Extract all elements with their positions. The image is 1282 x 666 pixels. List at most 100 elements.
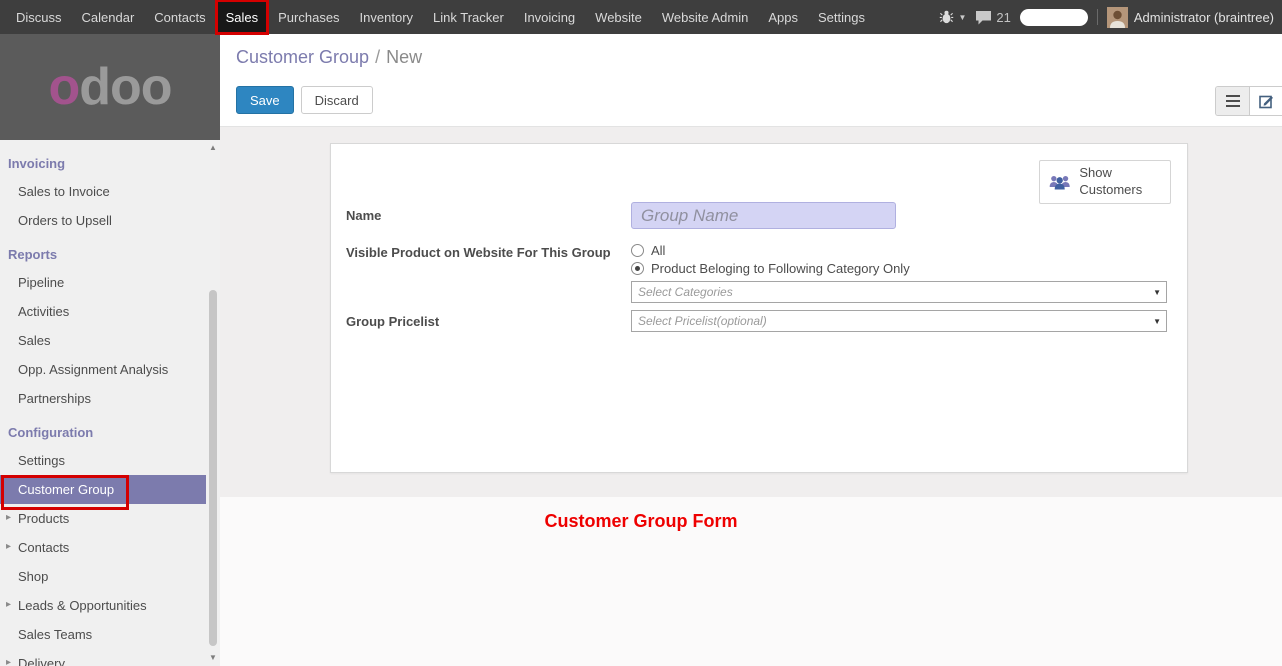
sidebar-item-label: Leads & Opportunities (18, 598, 147, 613)
sidebar-item-label: Contacts (18, 540, 69, 555)
scroll-up-icon[interactable]: ▲ (206, 142, 220, 154)
topbar-menu-invoicing[interactable]: Invoicing (514, 0, 585, 34)
expand-arrow-icon: ▸ (6, 657, 11, 666)
pricelist-select[interactable]: Select Pricelist(optional) ▼ (631, 310, 1167, 332)
discard-button[interactable]: Discard (301, 86, 373, 114)
sidebar-item-opp-assignment-analysis[interactable]: Opp. Assignment Analysis (0, 355, 206, 384)
sidebar-menu: Invoicing Sales to Invoice Orders to Ups… (0, 140, 206, 666)
sidebar-item-sales-teams[interactable]: Sales Teams (0, 620, 206, 649)
name-field-row: Name (346, 202, 1167, 229)
group-name-input[interactable] (631, 202, 896, 229)
show-customers-label: Show Customers (1079, 165, 1162, 199)
radio-option-category[interactable]: Product Beloging to Following Category O… (631, 261, 1167, 276)
expand-arrow-icon: ▸ (6, 541, 11, 552)
form-view: Show Customers Name Visible Product on W… (220, 127, 1282, 666)
sidebar-heading-reports[interactable]: Reports (0, 241, 206, 268)
select-arrow-icon: ▼ (1153, 288, 1161, 297)
list-view-button[interactable] (1216, 87, 1249, 115)
topbar-divider (1097, 9, 1098, 25)
sidebar-item-leads-opportunities[interactable]: ▸ Leads & Opportunities (0, 591, 206, 620)
sidebar-item-sales[interactable]: Sales (0, 326, 206, 355)
main-area: Customer Group / New Save Discard (220, 34, 1282, 666)
breadcrumb-current: New (386, 47, 422, 67)
user-name: Administrator (braintree) (1134, 10, 1274, 25)
caret-down-icon: ▼ (958, 13, 966, 22)
progress-pill (1020, 9, 1088, 26)
topbar-menu-link-tracker[interactable]: Link Tracker (423, 0, 514, 34)
topbar-menu-sales[interactable]: Sales (216, 0, 269, 34)
topbar-menu-inventory[interactable]: Inventory (350, 0, 423, 34)
messages-widget[interactable]: 21 (975, 10, 1010, 25)
select-arrow-icon: ▼ (1153, 317, 1161, 326)
sidebar-item-label: Products (18, 511, 69, 526)
expand-arrow-icon: ▸ (6, 512, 11, 523)
control-buttons: Save Discard (236, 86, 373, 114)
sidebar-item-label: Delivery (18, 656, 65, 666)
customers-group-icon (1048, 171, 1071, 193)
scroll-down-icon[interactable]: ▼ (206, 652, 220, 664)
topbar-menu-apps[interactable]: Apps (758, 0, 808, 34)
logo-letters: doo (79, 58, 171, 116)
radio-icon (631, 244, 644, 257)
sidebar-item-shop[interactable]: Shop (0, 562, 206, 591)
breadcrumb-separator: / (375, 47, 380, 67)
sidebar-heading-configuration[interactable]: Configuration (0, 419, 206, 446)
topbar-menu-discuss[interactable]: Discuss (6, 0, 72, 34)
save-button[interactable]: Save (236, 86, 294, 114)
topbar-menu-contacts[interactable]: Contacts (144, 0, 215, 34)
categories-select-placeholder: Select Categories (638, 285, 733, 299)
radio-all-label: All (651, 243, 665, 258)
control-panel: Customer Group / New Save Discard (220, 34, 1282, 127)
scrollbar-thumb[interactable] (209, 290, 217, 646)
sidebar-item-activities[interactable]: Activities (0, 297, 206, 326)
logo-letter: o (48, 58, 79, 116)
logo-area: odoo (0, 34, 220, 140)
sidebar-item-pipeline[interactable]: Pipeline (0, 268, 206, 297)
sidebar-item-delivery[interactable]: ▸ Delivery (0, 649, 206, 666)
sidebar-item-products[interactable]: ▸ Products (0, 504, 206, 533)
topbar-menu-calendar[interactable]: Calendar (72, 0, 145, 34)
bug-icon (939, 10, 954, 24)
sidebar-scrollbar[interactable]: ▲ ▼ (206, 140, 220, 666)
topbar-menu-website-admin[interactable]: Website Admin (652, 0, 758, 34)
breadcrumb: Customer Group / New (220, 34, 1282, 68)
categories-select[interactable]: Select Categories ▼ (631, 281, 1167, 303)
view-switcher (1215, 86, 1282, 116)
form-sheet: Show Customers Name Visible Product on W… (330, 143, 1188, 473)
sidebar-item-orders-to-upsell[interactable]: Orders to Upsell (0, 206, 206, 235)
list-icon (1226, 95, 1240, 107)
below-sheet-zone: Customer Group Form (220, 497, 1282, 666)
debug-menu[interactable]: ▼ (939, 10, 966, 24)
pricelist-label: Group Pricelist (346, 310, 631, 332)
topbar-menu-purchases[interactable]: Purchases (268, 0, 349, 34)
breadcrumb-parent[interactable]: Customer Group (236, 47, 369, 67)
sheet-zone: Show Customers Name Visible Product on W… (220, 143, 1282, 497)
sidebar-item-customer-group[interactable]: Customer Group (0, 475, 206, 504)
visibility-field-row: Visible Product on Website For This Grou… (346, 243, 1167, 303)
radio-option-all[interactable]: All (631, 243, 1167, 258)
form-view-button[interactable] (1249, 87, 1282, 115)
show-customers-button[interactable]: Show Customers (1039, 160, 1171, 204)
sidebar: odoo Invoicing Sales to Invoice Orders t… (0, 34, 220, 666)
messages-count: 21 (996, 10, 1010, 25)
topbar-right: ▼ 21 Administrator (braintree) (939, 7, 1282, 28)
visibility-label: Visible Product on Website For This Grou… (346, 243, 631, 303)
sidebar-item-contacts[interactable]: ▸ Contacts (0, 533, 206, 562)
pricelist-select-placeholder: Select Pricelist(optional) (638, 314, 767, 328)
sidebar-item-sales-to-invoice[interactable]: Sales to Invoice (0, 177, 206, 206)
name-label: Name (346, 202, 631, 229)
edit-form-icon (1259, 94, 1274, 109)
sidebar-item-settings[interactable]: Settings (0, 446, 206, 475)
sidebar-heading-invoicing[interactable]: Invoicing (0, 150, 206, 177)
expand-arrow-icon: ▸ (6, 599, 11, 610)
annotation-caption: Customer Group Form (220, 497, 1062, 532)
user-menu[interactable]: Administrator (braintree) (1107, 7, 1274, 28)
sidebar-item-partnerships[interactable]: Partnerships (0, 384, 206, 413)
topbar: Discuss Calendar Contacts Sales Purchase… (0, 0, 1282, 34)
topbar-menu-website[interactable]: Website (585, 0, 652, 34)
avatar (1107, 7, 1128, 28)
pricelist-field-row: Group Pricelist Select Pricelist(optiona… (346, 310, 1167, 332)
odoo-backend-screen: Discuss Calendar Contacts Sales Purchase… (0, 0, 1282, 666)
odoo-logo: odoo (48, 61, 171, 113)
topbar-menu-settings[interactable]: Settings (808, 0, 875, 34)
